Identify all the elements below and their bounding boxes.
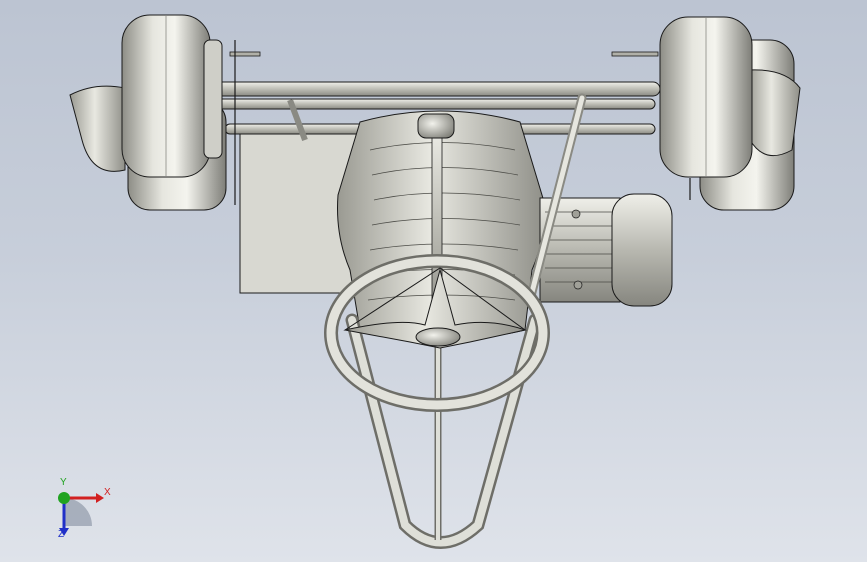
kart-assembly-model[interactable] [0, 0, 867, 562]
left-tire [121, 14, 223, 178]
y-axis-label: Y [60, 477, 67, 488]
electric-motor [539, 193, 673, 307]
x-axis-arrow [96, 493, 104, 503]
front-frame-loop [345, 313, 542, 549]
right-tire [659, 16, 753, 200]
x-axis-label: X [104, 487, 111, 498]
y-axis-dot [58, 492, 70, 504]
cad-graphics-area[interactable]: X Y Z [0, 0, 867, 562]
orientation-triad[interactable]: X Y Z [44, 477, 124, 550]
z-axis-label: Z [58, 529, 65, 540]
triad-axes [58, 492, 104, 536]
